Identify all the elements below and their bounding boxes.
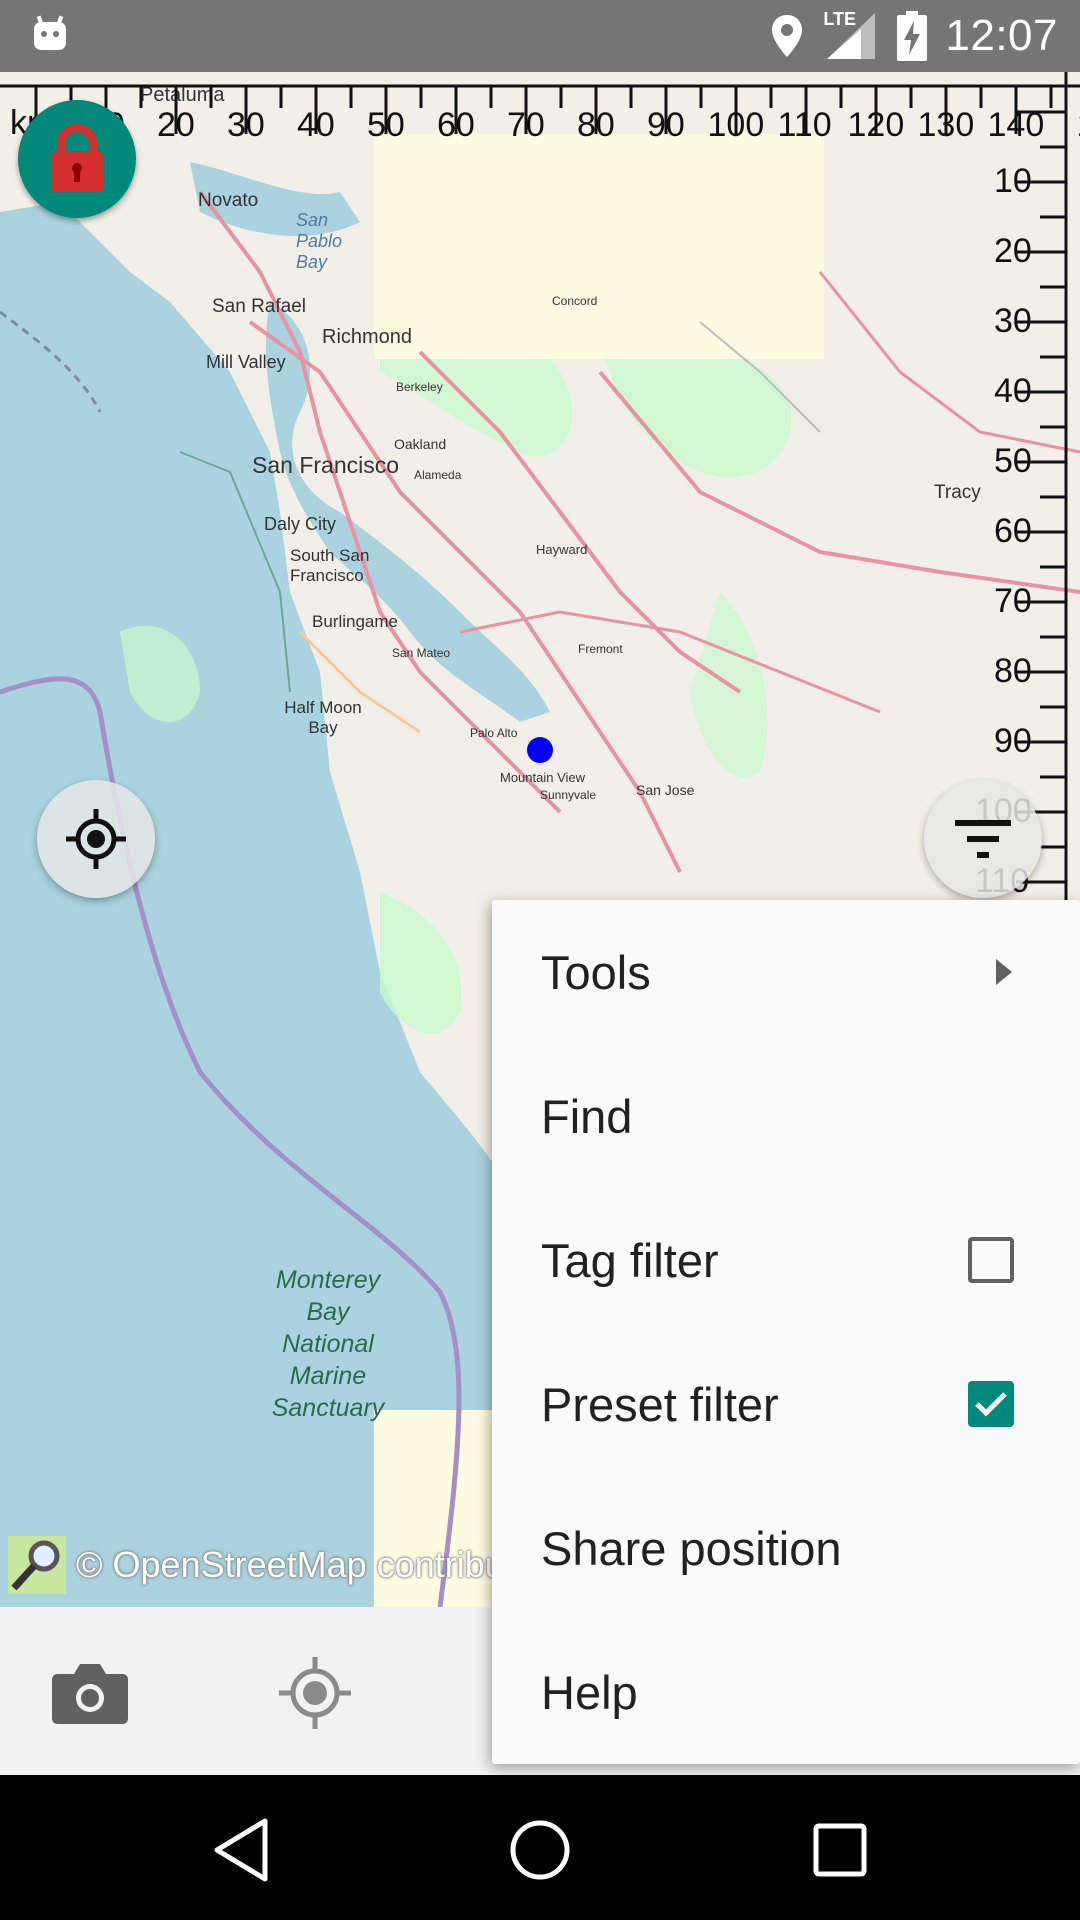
ruler-tick-label: 40: [297, 106, 335, 144]
map-label: Alameda: [414, 468, 462, 482]
menu-item-label: Preset filter: [541, 1377, 779, 1431]
map-label: San Mateo: [392, 646, 451, 660]
tag-filter-checkbox[interactable]: [968, 1237, 1014, 1283]
recents-icon: [813, 1823, 867, 1877]
ruler-tick-label: 80: [577, 106, 615, 144]
menu-item-label: Help: [541, 1665, 638, 1719]
ruler-tick-label: 90: [647, 106, 685, 144]
menu-item-tools[interactable]: Tools: [492, 900, 1080, 1044]
map-label: Fremont: [578, 642, 623, 656]
map-label: Tracy: [934, 482, 981, 503]
clock: 12:07: [945, 11, 1058, 60]
camera-button[interactable]: [40, 1651, 140, 1735]
menu-item-tag-filter[interactable]: Tag filter: [492, 1188, 1080, 1332]
home-icon: [510, 1820, 570, 1880]
map-label: Sunnyvale: [540, 788, 597, 802]
map-label: San Rafael: [212, 296, 307, 317]
camera-icon: [52, 1664, 128, 1724]
ruler-tick-label: 60: [437, 106, 475, 144]
home-button[interactable]: [495, 1805, 585, 1895]
map-label: South San Francisco: [290, 546, 370, 585]
battery-charging-icon: [897, 11, 928, 61]
overflow-menu: Tools Find Tag filter Preset filter Shar…: [492, 900, 1080, 1764]
preset-filter-checkbox[interactable]: [968, 1381, 1014, 1427]
map-label: Mountain View: [500, 770, 586, 785]
current-position-marker: [527, 737, 553, 763]
ruler-tick-label: 80: [994, 652, 1032, 690]
gps-fixed-icon: [66, 809, 126, 869]
location-icon: [772, 15, 803, 57]
checkmark-icon: [975, 1392, 1007, 1417]
osm-magnifier-icon: [8, 1536, 66, 1594]
menu-item-label: Tag filter: [541, 1233, 719, 1287]
ruler-tick-label: 30: [994, 302, 1032, 340]
menu-item-share-position[interactable]: Share position: [492, 1476, 1080, 1620]
ruler-tick-label: 10: [994, 162, 1032, 200]
ruler-tick-label: 120: [847, 106, 905, 144]
lock-button[interactable]: [18, 100, 136, 218]
map-label: Berkeley: [396, 380, 443, 394]
back-icon: [214, 1818, 268, 1882]
ruler-tick-label: 70: [994, 582, 1032, 620]
map-attribution[interactable]: © OpenStreetMap contribu: [0, 1530, 505, 1600]
ruler-tick-label: 110: [777, 106, 832, 144]
attribution-text: © OpenStreetMap contribu: [76, 1544, 505, 1585]
navigation-bar: [0, 1775, 1080, 1920]
menu-item-help[interactable]: Help: [492, 1620, 1080, 1764]
submenu-arrow-icon: [996, 959, 1012, 985]
ruler-tick-label: 50: [994, 442, 1032, 480]
menu-item-label: Find: [541, 1089, 633, 1143]
map-label: Daly City: [264, 514, 337, 534]
map-label: Hayward: [536, 542, 588, 557]
gps-follow-button[interactable]: [37, 780, 155, 898]
map-label: Richmond: [322, 326, 413, 348]
ruler-tick-label: 70: [507, 106, 545, 144]
ruler-tick-label: 40: [994, 372, 1032, 410]
map-label: San Pablo Bay: [296, 210, 343, 272]
filter-icon: [955, 820, 1011, 858]
menu-item-label: Tools: [541, 945, 651, 999]
filter-button[interactable]: [924, 780, 1042, 898]
lock-icon: [51, 124, 103, 192]
menu-item-find[interactable]: Find: [492, 1044, 1080, 1188]
ruler-tick-label: 130: [917, 106, 975, 144]
gps-icon: [279, 1657, 351, 1729]
ruler-tick-label: 50: [367, 106, 405, 144]
toolbar-gps-button[interactable]: [270, 1651, 360, 1735]
map-label: Novato: [198, 190, 259, 211]
status-bar: LTE 12:07: [0, 0, 1080, 72]
map-label: Concord: [552, 294, 598, 308]
network-type-label: LTE: [823, 9, 857, 29]
map-label: Mill Valley: [206, 352, 286, 372]
map-label: San Francisco: [252, 452, 400, 478]
recents-button[interactable]: [795, 1805, 885, 1895]
ruler-tick-label: 20: [157, 106, 195, 144]
back-button[interactable]: [196, 1805, 286, 1895]
map-label: Burlingame: [312, 612, 398, 631]
map-label: Half Moon Bay: [284, 698, 362, 737]
ruler-tick-label: 60: [994, 512, 1032, 550]
ruler-tick-label: 20: [994, 232, 1032, 270]
signal-icon: LTE: [823, 9, 879, 61]
ruler-tick-label: 100: [707, 106, 765, 144]
android-icon: [34, 15, 66, 50]
map-label: San Jose: [636, 782, 695, 798]
map-label: Oakland: [394, 436, 447, 452]
map-label: Palo Alto: [470, 726, 518, 740]
menu-item-label: Share position: [541, 1521, 842, 1575]
map-label: Monterey Bay National Marine Sanctuary: [271, 1266, 385, 1422]
menu-item-preset-filter[interactable]: Preset filter: [492, 1332, 1080, 1476]
ruler-tick-label: 30: [227, 106, 265, 144]
ruler-tick-label: 90: [994, 722, 1032, 760]
